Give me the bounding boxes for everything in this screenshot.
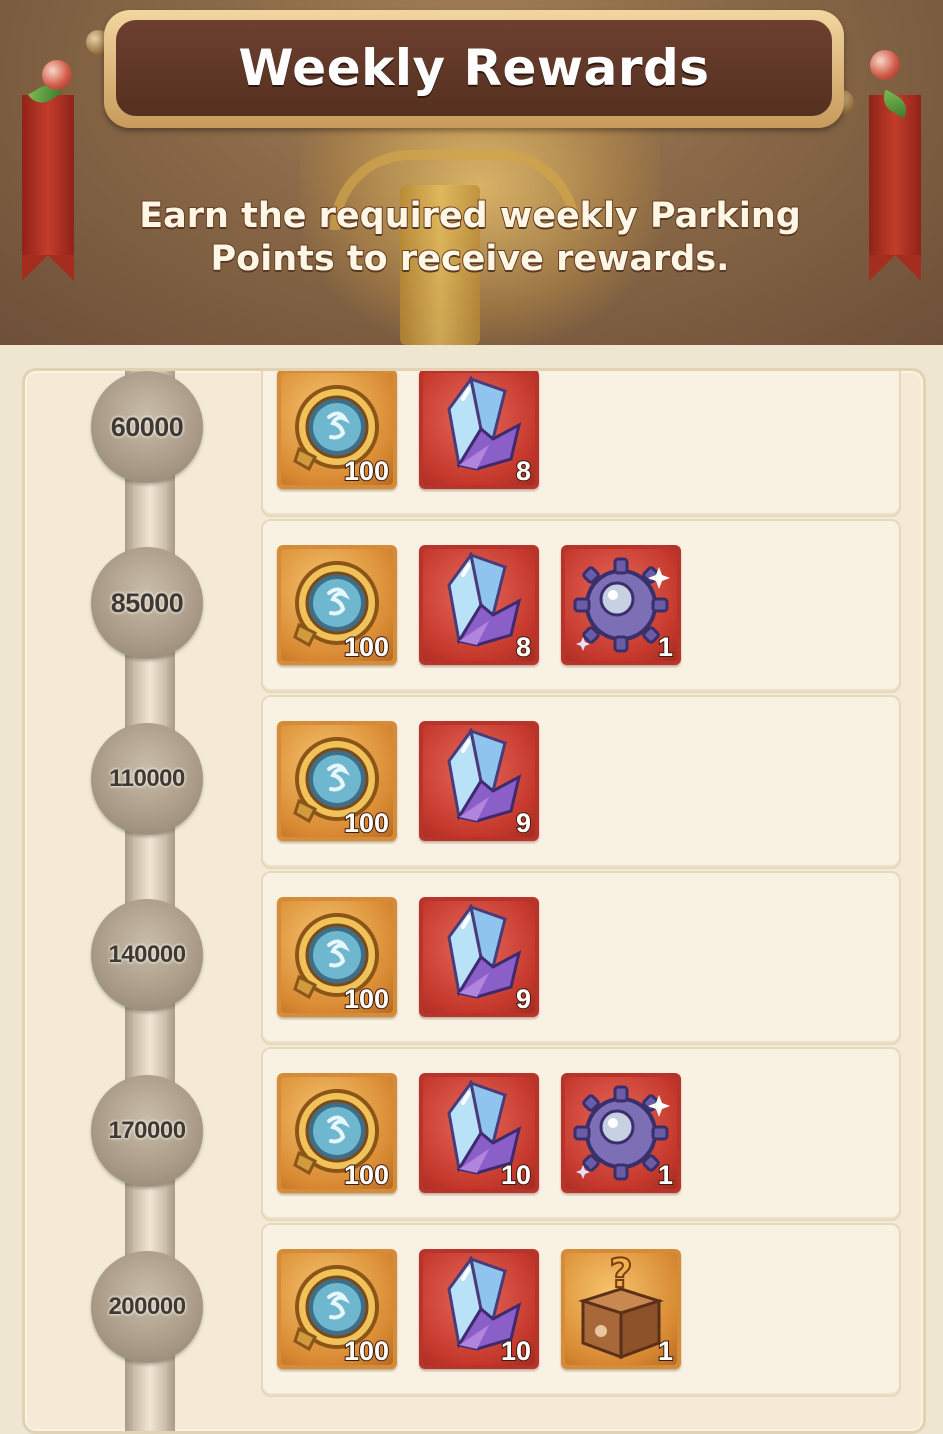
tier-row: 110000 100 9 [25,693,923,869]
tier-row: 140000 100 9 [25,869,923,1045]
reward-item[interactable]: 9 [419,721,539,841]
reward-item[interactable]: 100 [277,1249,397,1369]
reward-quantity: 100 [343,983,390,1015]
reward-card: 100 8 [261,371,901,517]
tier-points-node: 170000 [91,1075,203,1187]
reward-quantity: 1 [657,631,674,663]
tier-row: 170000 100 10 1 [25,1045,923,1221]
tier-points-label: 60000 [110,411,184,442]
reward-quantity: 1 [657,1159,674,1191]
reward-quantity: 8 [515,455,532,487]
tier-points-node: 200000 [91,1251,203,1363]
tier-points-label: 200000 [108,1293,186,1320]
tier-points-label: 170000 [108,1117,186,1144]
right-banner-decoration [869,95,921,281]
reward-card: 100 9 [261,695,901,869]
reward-quantity: 10 [500,1159,532,1191]
reward-quantity: 8 [515,631,532,663]
reward-card: 100 9 [261,871,901,1045]
reward-item[interactable]: 1 [561,1073,681,1193]
berry-icon [870,50,900,80]
header: Weekly Rewards Earn the required weekly … [0,0,943,345]
title-plate: Weekly Rewards [104,10,844,128]
tier-points-label: 140000 [108,941,186,968]
reward-item[interactable]: 10 [419,1073,539,1193]
subtitle: Earn the required weekly Parking Points … [138,195,802,280]
reward-item[interactable]: 100 [277,371,397,489]
rewards-panel[interactable]: 60000 100 8 85000 100 8 1 110000 100 9 140000 100 9 1… [22,368,926,1434]
reward-item[interactable]: 1 [561,545,681,665]
reward-quantity: 100 [343,455,390,487]
left-banner-decoration [22,95,74,281]
reward-quantity: 100 [343,631,390,663]
reward-quantity: 9 [515,983,532,1015]
berry-icon [42,60,72,90]
reward-item[interactable]: 10 [419,1249,539,1369]
tier-points-node: 85000 [91,547,203,659]
reward-quantity: 100 [343,1159,390,1191]
tier-row: 85000 100 8 1 [25,517,923,693]
reward-item[interactable]: 100 [277,1073,397,1193]
reward-item[interactable]: 100 [277,721,397,841]
title-inner: Weekly Rewards [116,20,832,116]
page-title: Weekly Rewards [238,39,710,97]
tier-row: 200000 100 10? 1 [25,1221,923,1397]
svg-text:?: ? [609,1251,632,1297]
reward-quantity: 10 [500,1335,532,1367]
reward-quantity: 100 [343,1335,390,1367]
tier-points-label: 110000 [109,765,185,792]
reward-item[interactable]: 8 [419,371,539,489]
tier-points-label: 85000 [110,587,184,618]
reward-quantity: 9 [515,807,532,839]
reward-quantity: 1 [657,1335,674,1367]
reward-item[interactable]: 100 [277,545,397,665]
reward-card: 100 10? 1 [261,1223,901,1397]
reward-item[interactable]: ? 1 [561,1249,681,1369]
reward-item[interactable]: 100 [277,897,397,1017]
reward-item[interactable]: 8 [419,545,539,665]
reward-card: 100 8 1 [261,519,901,693]
tier-points-node: 110000 [91,723,203,835]
tier-points-node: 140000 [91,899,203,1011]
reward-item[interactable]: 9 [419,897,539,1017]
tier-row: 60000 100 8 [25,371,923,517]
reward-quantity: 100 [343,807,390,839]
reward-card: 100 10 1 [261,1047,901,1221]
tier-points-node: 60000 [91,371,203,483]
